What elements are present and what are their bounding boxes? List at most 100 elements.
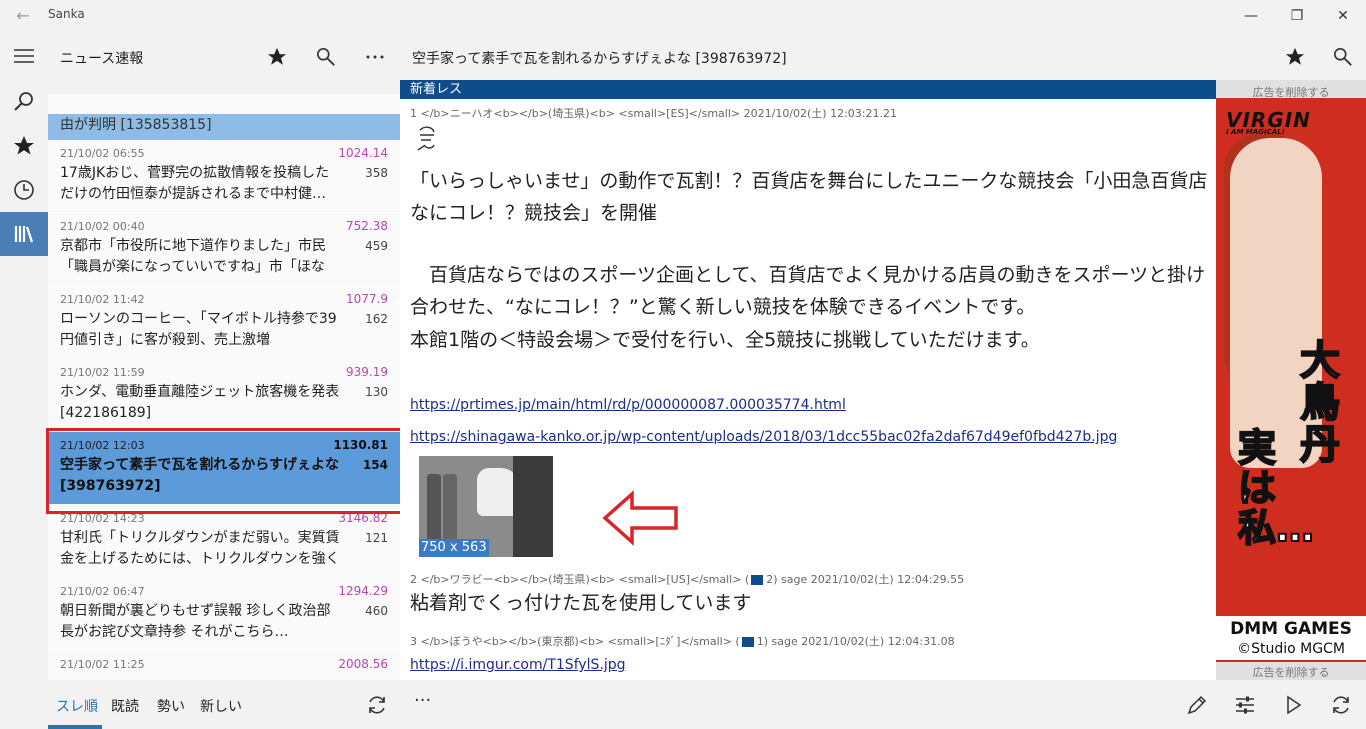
thread-more-button[interactable]: ··· [414, 690, 431, 711]
compose-button[interactable] [1182, 690, 1212, 720]
active-tab-indicator [48, 725, 102, 729]
list-footer: スレ順 既読 勢い 新しい [0, 680, 400, 729]
post-header-text: 3 </b>ぼうや<b></b>(東京都)<b> <small>[ﾆﾀﾞ]</s… [410, 635, 740, 648]
list-refresh-button[interactable] [362, 690, 392, 720]
tab-momentum[interactable]: 勢い [157, 696, 185, 716]
star-icon [267, 47, 287, 65]
play-button[interactable] [1278, 690, 1308, 720]
list-item-count: 162 [365, 312, 388, 326]
list-item-title: 空手家って素手で瓦を割れるからすげぇよな [398763972] [60, 457, 340, 494]
pencil-icon [1187, 695, 1207, 715]
list-item-count: 154 [362, 458, 388, 472]
more-icon [366, 55, 384, 59]
list-item[interactable]: 21/10/02 06:55 1024.14 358 17歳JKおじ、菅野完の拡散情報… [48, 140, 400, 213]
list-header: ニュース速報 [48, 32, 400, 82]
list-item[interactable]: 21/10/02 11:42 1077.9 162 ローソンのコーヒー、「マイボトル持… [48, 286, 400, 359]
list-item-count: 459 [365, 239, 388, 253]
list-item-count: 121 [365, 531, 388, 545]
post-header: 2 </b>ワラビー<b></b>(埼玉県)<b> <small>[US]</s… [410, 571, 964, 587]
post-link[interactable]: https://shinagawa-kanko.or.jp/wp-content… [410, 429, 1117, 445]
list-item[interactable]: 21/10/02 14:23 3146.82 121 甘利氏「トリクルダウンがまだ弱い… [48, 505, 400, 578]
post-text: 「いらっしゃいませ」の動作で瓦割！？百貨店を舞台にしたユニークな競技会「小田急百… [410, 170, 1208, 224]
ad-copyright: ©Studio MGCM [1216, 638, 1366, 660]
list-item[interactable]: 21/10/02 00:40 752.38 459 京都市「市役所に地下道作りました」… [48, 213, 400, 286]
thread-refresh-button[interactable] [1326, 690, 1356, 720]
favorite-thread-button[interactable] [1278, 40, 1312, 74]
ad-brand: DMM GAMES [1216, 616, 1366, 640]
list-item-title: ローソンのコーヒー、「マイボトル持参で39円値引き」に客が殺到、売上激増 [42… [60, 311, 337, 348]
rail-library-button[interactable] [0, 212, 48, 256]
thread-header: 空手家って素手で瓦を割れるからすげぇよな [398763972] [400, 32, 1366, 80]
tab-newest[interactable]: 新しい [200, 696, 242, 716]
list-item-score: 1024.14 [338, 146, 388, 160]
list-item[interactable]: 21/10/02 11:25 2008.56 [48, 651, 400, 680]
back-button[interactable]: ← [10, 6, 36, 26]
list-item-score: 3146.82 [338, 511, 388, 525]
search-icon [1334, 48, 1352, 66]
list-item-score: 1077.9 [346, 292, 388, 306]
list-item-count: 460 [365, 604, 388, 618]
ad-remove-link[interactable]: 広告を削除する [1216, 664, 1366, 680]
post-text: 粘着剤でくっ付けた瓦を使用しています [410, 592, 752, 614]
rail-favorites-button[interactable] [0, 124, 48, 168]
list-item-date: 21/10/02 11:42 [60, 293, 145, 306]
menu-button[interactable] [0, 34, 48, 78]
annotation-arrow-icon [602, 490, 678, 546]
list-item-date: 21/10/02 11:59 [60, 366, 145, 379]
list-item-score: 2008.56 [338, 657, 388, 671]
list-item-title: 朝日新聞が裏どりもせず誤報 珍しく政治部長がお詫び文章持参 それがこちら… [60, 603, 331, 640]
reply-icon [741, 637, 754, 647]
minimize-button[interactable]: — [1228, 0, 1274, 32]
thread-footer: ··· [400, 680, 1366, 729]
rail-history-button[interactable] [0, 168, 48, 212]
star-icon [1285, 47, 1305, 65]
close-button[interactable]: ✕ [1320, 0, 1366, 32]
list-item-score: 939.19 [346, 365, 388, 379]
post-header: 1 </b>ニーハオ<b></b>(埼玉県)<b> <small>[ES]</s… [410, 107, 897, 120]
list-item-selected[interactable]: 21/10/02 12:03 1130.81 154 空手家って素手で瓦を割れるからす… [48, 432, 400, 505]
rail-search-button[interactable] [0, 80, 48, 124]
list-item-partial[interactable]: 由が判明 [135853815] [48, 114, 400, 140]
nav-rail [0, 32, 48, 729]
list-item-date: 21/10/02 00:40 [60, 220, 145, 233]
list-item[interactable]: 21/10/02 06:47 1294.29 460 朝日新聞が裏どりもせず誤報 珍し… [48, 578, 400, 651]
thread-title: 空手家って素手で瓦を割れるからすげぇよな [398763972] [412, 51, 787, 67]
image-size-label: 750 x 563 [419, 539, 489, 557]
star-icon [14, 136, 34, 155]
app-title: Sanka [48, 7, 85, 21]
new-posts-bar: 新着レス [400, 80, 1216, 99]
list-item-count: 358 [365, 166, 388, 180]
post-text: 百貨店ならではのスポーツ企画として、百貨店でよく見かける店員の動きをスポーツと掛… [410, 264, 1206, 318]
thread-search-button[interactable] [1326, 40, 1360, 74]
favorite-board-button[interactable] [260, 40, 294, 74]
reply-icon [751, 575, 764, 585]
post-header-text: 2 </b>ワラビー<b></b>(埼玉県)<b> <small>[US]</s… [410, 573, 750, 586]
filter-button[interactable] [1230, 690, 1260, 720]
reply-count[interactable]: 1 [757, 635, 764, 648]
list-item-score: 752.38 [346, 219, 388, 233]
post-header-text: ) sage 2021/10/02(土) 12:04:29.55 [773, 573, 965, 586]
post-link[interactable]: https://i.imgur.com/T1SfylS.jpg [410, 657, 626, 673]
board-name: ニュース速報 [60, 51, 144, 67]
menu-icon [14, 49, 34, 63]
user-icon [417, 126, 435, 151]
post-link[interactable]: https://prtimes.jp/main/html/rd/p/000000… [410, 397, 846, 413]
list-search-button[interactable] [309, 40, 343, 74]
play-icon [1287, 695, 1302, 715]
tab-thread-order[interactable]: スレ順 [56, 696, 98, 716]
thread-list-pane: ニュース速報 由が判明 [135853815] 21/10/02 06:55 10… [48, 32, 400, 680]
maximize-button[interactable]: ❐ [1274, 0, 1320, 32]
tab-read[interactable]: 既読 [111, 696, 139, 716]
list-more-button[interactable] [358, 40, 392, 74]
ad-image[interactable]: VIRGIN I AM MAGICAL! 大鳥丹 実は私… DMM GAMES ©… [1216, 98, 1366, 662]
post-text: 本館1階の＜特設会場＞で受付を行い、全5競技に挑戦していただけます。 [410, 329, 1040, 351]
ad-banner[interactable]: 広告を削除する VIRGIN I AM MAGICAL! 大鳥丹 実は私… DMM… [1216, 80, 1366, 680]
list-item-title: 甘利氏「トリクルダウンがまだ弱い。実質賃金を上げるためには、トリクルダウンを強く… [60, 530, 340, 567]
image-thumbnail[interactable]: 750 x 563 [419, 456, 553, 557]
list-item[interactable]: 21/10/02 11:59 939.19 130 ホンダ、電動垂直離陸ジェット旅客機… [48, 359, 400, 432]
title-bar: ← Sanka — ❐ ✕ [0, 0, 1366, 32]
search-icon [317, 48, 335, 66]
app-window: ← Sanka — ❐ ✕ ニュース速報 由が判明 [135853815] 21… [0, 0, 1366, 729]
history-icon [14, 180, 34, 200]
library-icon [14, 226, 34, 243]
